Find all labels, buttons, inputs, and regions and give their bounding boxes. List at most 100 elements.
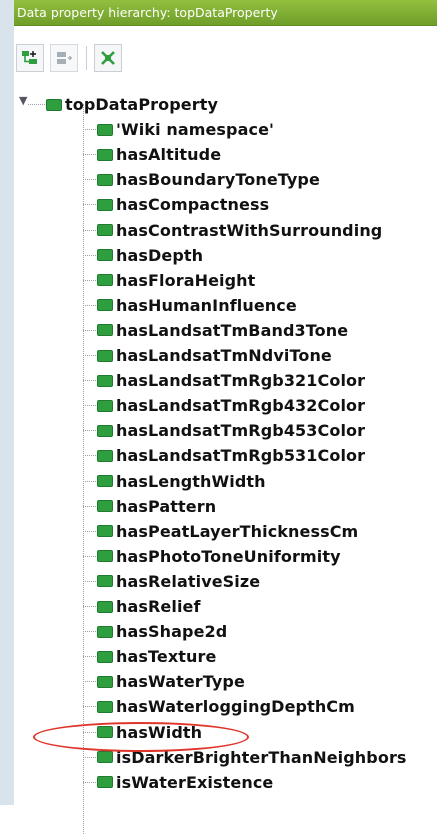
add-subproperty-icon [22, 51, 37, 64]
tree-connector [83, 154, 96, 156]
data-property-icon [97, 224, 113, 236]
tree-node-label: hasWaterType [116, 672, 245, 692]
tree-root-node[interactable]: ▼ topDataProperty [14, 92, 437, 117]
tree-connector [83, 304, 96, 306]
data-property-icon [97, 324, 113, 337]
tree-node-label: hasPeatLayerThicknessCm [116, 521, 359, 541]
tree-node[interactable]: isWaterExistence [14, 770, 437, 795]
tree-node[interactable]: hasAltitude [14, 142, 437, 167]
tree-connector [83, 480, 96, 482]
data-property-icon [97, 675, 113, 688]
tree-connector [83, 656, 96, 658]
tree-node-label: hasTexture [116, 647, 217, 667]
tree-connector [83, 455, 96, 457]
data-property-icon [97, 700, 113, 713]
data-property-icon [97, 148, 113, 161]
data-property-icon [97, 475, 113, 487]
tree-node-label: hasLandsatTmBand3Tone [116, 320, 349, 340]
tree-node[interactable]: hasTexture [14, 644, 437, 669]
data-property-icon [97, 625, 113, 638]
tree-connector [83, 254, 96, 256]
data-property-icon [97, 299, 113, 312]
tree-node[interactable]: hasLandsatTmBand3Tone [14, 318, 437, 343]
tree-node[interactable]: hasDepth [14, 243, 437, 268]
data-property-icon [46, 98, 62, 111]
tree-node[interactable]: hasContrastWithSurrounding [14, 218, 437, 243]
data-property-icon [97, 550, 113, 563]
tree-node[interactable]: hasHumanInfluence [14, 293, 437, 318]
data-property-icon [97, 600, 113, 613]
data-property-icon [97, 449, 113, 462]
add-sibling-property-button[interactable] [50, 44, 78, 72]
tree-node[interactable]: isDarkerBrighterThanNeighbors [14, 745, 437, 770]
tree-node-label: isWaterExistence [116, 772, 274, 792]
tree-node[interactable]: hasBoundaryToneType [14, 167, 437, 192]
data-property-icon [97, 751, 113, 764]
tree-node[interactable]: hasWidth [14, 720, 437, 745]
tree-node-label: hasPhotoToneUniformity [116, 546, 341, 566]
tree-node[interactable]: hasWaterType [14, 669, 437, 694]
tree-node-label: 'Wiki namespace' [116, 120, 275, 140]
tree-node[interactable]: hasCompactness [14, 192, 437, 217]
tree-node[interactable]: hasLandsatTmRgb531Color [14, 443, 437, 468]
tree-connector [83, 530, 96, 532]
tree-node-label: hasLandsatTmRgb453Color [116, 421, 366, 441]
data-property-icon [97, 776, 113, 789]
tree-node-label: hasCompactness [116, 195, 270, 215]
tree-connector [83, 129, 96, 131]
delete-property-button[interactable] [94, 44, 122, 72]
tree-connector [83, 731, 96, 733]
add-subproperty-button[interactable] [16, 44, 44, 72]
tree-connector [83, 329, 96, 331]
tree-connector [83, 430, 96, 432]
tree-node[interactable]: hasWaterloggingDepthCm [14, 694, 437, 719]
tree-node-label: hasLengthWidth [116, 471, 266, 491]
tree-node[interactable]: 'Wiki namespace' [14, 117, 437, 142]
delete-property-icon [101, 51, 115, 65]
tree-node-label: hasShape2d [116, 622, 228, 642]
tree-node[interactable]: hasFloraHeight [14, 268, 437, 293]
tree-node-label: hasLandsatTmRgb321Color [116, 371, 366, 391]
tree-connector [83, 555, 96, 557]
tree-connector [83, 756, 96, 758]
data-property-hierarchy-panel: Data property hierarchy: topDataProperty [14, 0, 437, 834]
collapse-toggle-icon[interactable]: ▼ [19, 95, 29, 106]
window-side-strip [0, 0, 14, 805]
tree-node-label: hasRelativeSize [116, 571, 261, 591]
tree-connector [83, 355, 96, 356]
data-property-icon [97, 525, 113, 538]
tree-connector [83, 204, 96, 206]
tree-node-label: hasRelief [116, 597, 201, 616]
tree-connector [83, 405, 96, 407]
tree-node[interactable]: hasLandsatTmRgb321Color [14, 368, 437, 393]
data-property-icon [97, 274, 113, 287]
tree-connector [83, 380, 96, 382]
tree-node[interactable]: hasLandsatTmRgb453Color [14, 418, 437, 443]
tree-connector [83, 706, 96, 708]
tree-node[interactable]: hasRelief [14, 594, 437, 619]
tree-node[interactable]: hasLandsatTmNdviTone [14, 343, 437, 368]
data-property-icon [97, 374, 113, 387]
tree-node[interactable]: hasRelativeSize [14, 569, 437, 594]
tree-node-label: hasPattern [116, 496, 217, 516]
tree-node[interactable]: hasPeatLayerThicknessCm [14, 519, 437, 544]
tree-node[interactable]: hasLengthWidth [14, 469, 437, 494]
data-property-icon [97, 575, 113, 588]
data-property-icon [97, 173, 113, 186]
tree-node-label: hasLandsatTmRgb531Color [116, 446, 366, 466]
data-property-icon [97, 123, 113, 136]
panel-title: Data property hierarchy: topDataProperty [14, 0, 437, 26]
tree-node-label: isDarkerBrighterThanNeighbors [116, 747, 407, 767]
tree-node[interactable]: hasPattern [14, 494, 437, 519]
tree-connector [83, 781, 96, 783]
tree-node-label: hasLandsatTmNdviTone [116, 346, 332, 365]
data-property-icon [97, 349, 113, 362]
tree-connector [83, 279, 96, 281]
tree-node[interactable]: hasShape2d [14, 619, 437, 644]
tree-node-label: hasWaterloggingDepthCm [116, 697, 355, 717]
tree-node[interactable]: hasPhotoToneUniformity [14, 544, 437, 569]
tree-node[interactable]: hasLandsatTmRgb432Color [14, 393, 437, 418]
tree-connector [83, 631, 96, 633]
toolbar-separator [86, 46, 87, 70]
tree-node-label: hasWidth [116, 722, 203, 742]
